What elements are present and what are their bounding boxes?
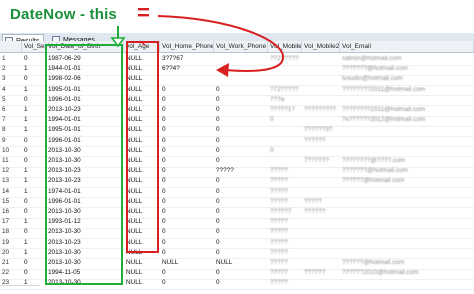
table-row[interactable]: 23 1 2013-10-30 NULL 0 0????? bbox=[0, 277, 474, 290]
header-vol-work-phone[interactable]: Vol_Work_Phone bbox=[214, 41, 268, 52]
cell-vol-email[interactable] bbox=[340, 277, 474, 289]
divider bbox=[0, 285, 40, 286]
cell-vol-mobile2[interactable] bbox=[302, 277, 340, 289]
cell-vol-date-of-birth[interactable]: 2013-10-30 bbox=[46, 277, 124, 289]
cell-vol-age[interactable]: NULL bbox=[124, 277, 160, 289]
callout-equals: = bbox=[137, 0, 151, 25]
header-vol-home-phone[interactable]: Vol_Home_Phone bbox=[160, 41, 214, 52]
header-vol-mobile1[interactable]: Vol_Mobile1 bbox=[268, 41, 302, 52]
header-vol-email[interactable]: Vol_Email bbox=[340, 41, 474, 52]
cell-vol-mobile1[interactable]: ????? bbox=[268, 277, 302, 289]
header-vol-date-of-birth[interactable]: Vol_Date_of_Birth bbox=[46, 41, 124, 52]
cell-rownum[interactable]: 23 bbox=[0, 277, 22, 289]
callout-text: DateNow - this bbox=[10, 6, 117, 23]
cell-vol-sex[interactable]: 1 bbox=[22, 277, 46, 289]
annotation-callout: DateNow - this = bbox=[10, 0, 150, 25]
header-vol-age[interactable]: vol_Age bbox=[124, 41, 160, 52]
grid-header: Vol_Sex Vol_Date_of_Birth vol_Age Vol_Ho… bbox=[0, 41, 474, 53]
header-vol-sex[interactable]: Vol_Sex bbox=[22, 41, 46, 52]
header-vol-mobile2[interactable]: Vol_Mobile2 bbox=[302, 41, 340, 52]
cell-vol-work-phone[interactable]: 0 bbox=[214, 277, 268, 289]
cell-vol-home-phone[interactable]: 0 bbox=[160, 277, 214, 289]
header-rownum[interactable] bbox=[0, 41, 22, 52]
